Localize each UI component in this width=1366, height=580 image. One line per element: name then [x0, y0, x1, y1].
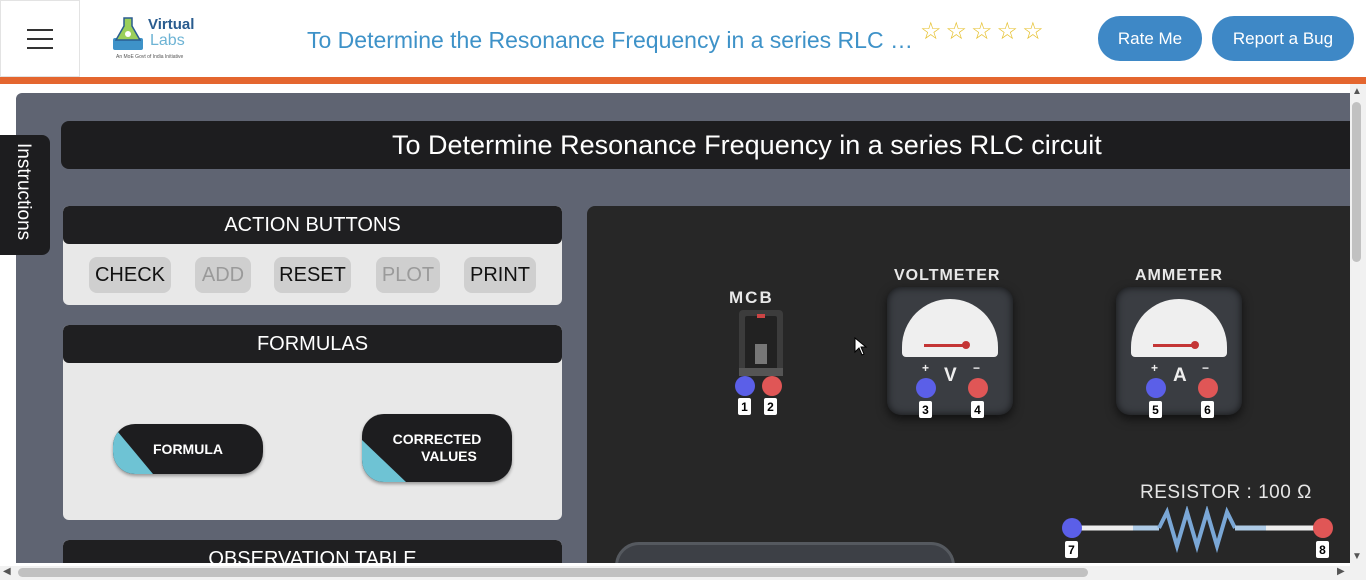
formula-accent-shape [113, 426, 153, 474]
scroll-left-arrow-icon[interactable]: ◀ [3, 566, 11, 577]
terminal-3-label: 3 [919, 401, 932, 418]
virtual-labs-logo[interactable]: Virtual Labs An MoE Govt of India Initia… [110, 12, 205, 64]
corrected-label-line2: VALUES [421, 448, 477, 464]
action-buttons-heading: ACTION BUTTONS [63, 206, 562, 244]
header-divider [0, 77, 1366, 84]
mouse-cursor-icon [854, 337, 868, 356]
terminal-2-label: 2 [764, 398, 777, 415]
check-button[interactable]: CHECK [89, 257, 171, 293]
top-header: Virtual Labs An MoE Govt of India Initia… [0, 0, 1366, 77]
rate-me-button[interactable]: Rate Me [1098, 16, 1202, 61]
corrected-values-label: CORRECTED VALUES [393, 431, 482, 465]
scroll-down-arrow-icon[interactable]: ▼ [1352, 551, 1362, 562]
voltmeter-plus-sign: + [922, 361, 930, 375]
reset-button[interactable]: RESET [274, 257, 351, 293]
resistor-icon [1071, 506, 1323, 554]
terminal-1-connector[interactable] [735, 376, 755, 396]
plot-button[interactable]: PLOT [376, 257, 440, 293]
observation-table-panel: OBSERVATION TABLE [63, 540, 562, 563]
terminal-6-connector[interactable] [1198, 378, 1218, 398]
mcb-label: MCB [729, 288, 774, 307]
simulation-title: To Determine Resonance Frequency in a se… [61, 121, 1350, 169]
terminal-1-label: 1 [738, 398, 751, 415]
horizontal-scrollbar-thumb[interactable] [18, 568, 1088, 577]
terminal-3-connector[interactable] [916, 378, 936, 398]
instructions-tab[interactable]: Instructions [0, 135, 50, 255]
flask-icon [113, 17, 143, 50]
ammeter-letter: A [1173, 365, 1187, 386]
terminal-8-connector[interactable] [1313, 518, 1333, 538]
logo-tagline: An MoE Govt of India Initiative [116, 54, 184, 60]
terminal-5-connector[interactable] [1146, 378, 1166, 398]
formulas-heading: FORMULAS [63, 325, 562, 363]
ammeter-minus-sign: − [1202, 361, 1210, 375]
scroll-up-arrow-icon[interactable]: ▲ [1352, 86, 1362, 97]
voltmeter-label: VOLTMETER [894, 267, 1001, 284]
logo-word-virtual: Virtual [148, 16, 195, 33]
report-bug-button[interactable]: Report a Bug [1212, 16, 1354, 61]
formula-button[interactable]: FORMULA [113, 424, 263, 474]
instructions-tab-label: Instructions [13, 143, 34, 241]
terminal-7-connector[interactable] [1062, 518, 1082, 538]
observation-table-heading: OBSERVATION TABLE [63, 540, 562, 563]
voltmeter-dial [902, 299, 998, 357]
vertical-scrollbar-thumb[interactable] [1352, 102, 1361, 262]
formulas-panel: FORMULAS FORMULA CORRECTED VALUES [63, 325, 562, 520]
terminal-8-label: 8 [1316, 541, 1329, 558]
mcb-icon [739, 310, 783, 376]
lower-component-edge [615, 542, 955, 563]
star-icon[interactable]: ☆ [997, 20, 1019, 44]
formula-button-label: FORMULA [153, 440, 223, 457]
rating-stars[interactable]: ☆ ☆ ☆ ☆ ☆ [920, 20, 1044, 44]
terminal-7-label: 7 [1065, 541, 1078, 558]
mcb-switch[interactable] [737, 308, 785, 383]
ammeter-dial [1131, 299, 1227, 357]
voltmeter-pivot [962, 341, 970, 349]
star-icon[interactable]: ☆ [971, 20, 993, 44]
ammeter-pivot [1191, 341, 1199, 349]
action-buttons-panel: ACTION BUTTONS CHECK ADD RESET PLOT PRIN… [63, 206, 562, 305]
ammeter: A + − [1116, 287, 1242, 415]
terminal-6-label: 6 [1201, 401, 1214, 418]
terminal-5-label: 5 [1149, 401, 1162, 418]
corrected-values-button[interactable]: CORRECTED VALUES [362, 414, 512, 482]
hamburger-icon [27, 28, 53, 49]
terminal-4-label: 4 [971, 401, 984, 418]
add-button[interactable]: ADD [195, 257, 251, 293]
ammeter-label: AMMETER [1135, 267, 1223, 284]
voltmeter-minus-sign: − [973, 361, 981, 375]
print-button[interactable]: PRINT [464, 257, 536, 293]
resistor-label: RESISTOR : 100 Ω [1140, 482, 1312, 503]
voltmeter: V + − [887, 287, 1013, 415]
terminal-4-connector[interactable] [968, 378, 988, 398]
voltmeter-letter: V [944, 365, 957, 386]
scroll-right-arrow-icon[interactable]: ▶ [1337, 566, 1345, 577]
circuit-board: MCB 1 2 VOLTMETER V + − 3 4 AMMETER A + … [587, 206, 1350, 563]
menu-button[interactable] [0, 0, 80, 77]
page-title: To Determine the Resonance Frequency in … [307, 27, 913, 53]
simulation-area: To Determine Resonance Frequency in a se… [16, 93, 1350, 563]
ammeter-needle [1153, 344, 1193, 347]
ammeter-plus-sign: + [1151, 361, 1159, 375]
star-icon[interactable]: ☆ [946, 20, 968, 44]
corrected-label-line1: CORRECTED [392, 431, 482, 447]
star-icon[interactable]: ☆ [920, 20, 942, 44]
voltmeter-needle [924, 344, 964, 347]
logo-word-labs: Labs [150, 32, 185, 49]
terminal-2-connector[interactable] [762, 376, 782, 396]
star-icon[interactable]: ☆ [1022, 20, 1044, 44]
